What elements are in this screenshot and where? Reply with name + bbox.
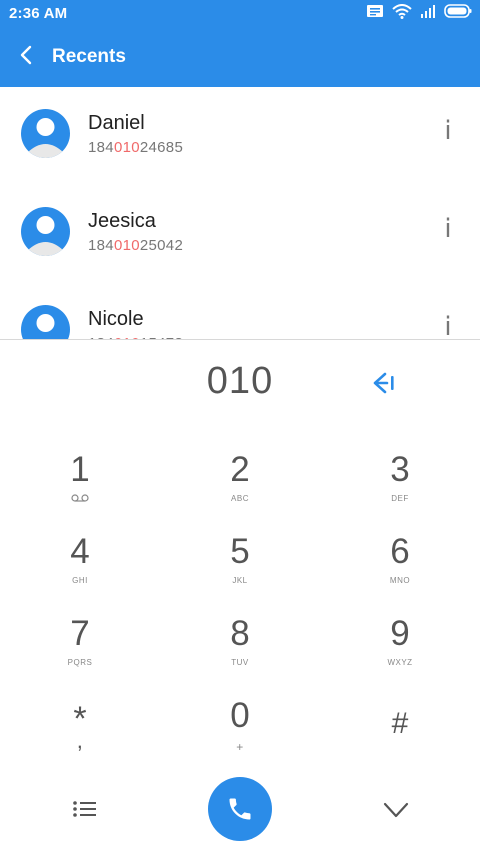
contact-name: Nicole — [88, 308, 144, 330]
avatar-person-icon — [27, 216, 64, 256]
key-letters: ABC — [231, 494, 249, 503]
key-0[interactable]: 0 + — [160, 696, 320, 778]
key-letters: WXYZ — [387, 658, 413, 667]
key-letters: JKL — [232, 576, 248, 585]
recents-list: Daniel 18401024685 i Jeesica 18401025042… — [0, 87, 480, 339]
avatar — [21, 207, 70, 256]
list-item[interactable]: Daniel 18401024685 i — [0, 87, 480, 185]
back-button[interactable] — [0, 27, 52, 87]
key-digit: 7 — [70, 614, 90, 653]
message-icon — [366, 4, 384, 23]
avatar-person-icon — [27, 118, 64, 158]
backspace-icon — [373, 372, 394, 394]
key-5[interactable]: 5 JKL — [160, 532, 320, 614]
number-prefix: 184 — [88, 237, 114, 254]
avatar — [21, 109, 70, 158]
menu-button[interactable] — [68, 794, 102, 824]
contact-number: 18401024685 — [88, 139, 183, 156]
phone-icon — [229, 798, 251, 820]
key-letters: MNO — [389, 576, 411, 585]
key-digit: 5 — [230, 532, 250, 571]
key-digit: 4 — [70, 532, 90, 571]
key-digit: 2 — [230, 450, 250, 489]
contact-name: Daniel — [88, 112, 145, 134]
info-icon[interactable]: i — [440, 116, 456, 146]
key-letters: GHI — [72, 576, 88, 585]
key-2[interactable]: 2 ABC — [160, 450, 320, 532]
voicemail-icon — [71, 494, 89, 504]
key-digit: # — [391, 707, 409, 740]
status-bar: 2:36 AM — [0, 0, 480, 27]
key-star[interactable]: * , — [0, 696, 160, 778]
app-bar: Recents — [0, 27, 480, 87]
key-letters: , — [76, 728, 84, 753]
key-digit: 1 — [70, 450, 90, 489]
dial-display: 010 — [0, 340, 480, 426]
contact-number: 18401025042 — [88, 237, 183, 254]
key-hash[interactable]: # — [320, 696, 480, 778]
number-match: 010 — [113, 237, 140, 254]
contact-name: Jeesica — [88, 210, 156, 232]
avatar — [21, 305, 70, 339]
key-4[interactable]: 4 GHI — [0, 532, 160, 614]
number-match: 010 — [113, 139, 140, 156]
list-item[interactable]: Jeesica 18401025042 i — [0, 185, 480, 283]
key-digit: 8 — [230, 614, 250, 653]
key-letters: PQRS — [67, 658, 93, 667]
key-digit: 6 — [390, 532, 410, 571]
key-digit: 0 — [230, 696, 250, 735]
avatar-person-icon — [36, 314, 55, 332]
key-1[interactable]: 1 — [0, 450, 160, 532]
number-suffix: 25042 — [139, 237, 184, 254]
page-title: Recents — [52, 46, 126, 67]
status-time: 2:36 AM — [9, 5, 68, 22]
info-icon[interactable]: i — [440, 312, 456, 339]
dialed-number-input[interactable]: 010 — [0, 360, 480, 403]
chevron-down-icon — [383, 802, 409, 818]
key-letters: TUV — [231, 658, 249, 667]
call-button[interactable] — [208, 777, 272, 841]
key-9[interactable]: 9 WXYZ — [320, 614, 480, 696]
backspace-button[interactable] — [367, 368, 403, 398]
key-7[interactable]: 7 PQRS — [0, 614, 160, 696]
battery-icon — [444, 4, 472, 23]
menu-list-icon — [73, 801, 96, 817]
key-letters: DEF — [391, 494, 409, 503]
number-suffix: 24685 — [139, 139, 184, 156]
wifi-icon — [392, 3, 412, 24]
key-6[interactable]: 6 MNO — [320, 532, 480, 614]
list-item[interactable]: Nicole 18401015478 i — [0, 283, 480, 339]
key-digit: 3 — [390, 450, 410, 489]
key-8[interactable]: 8 TUV — [160, 614, 320, 696]
key-letters: + — [236, 740, 244, 754]
signal-icon — [420, 4, 436, 23]
dialer-actions — [0, 770, 480, 853]
info-icon[interactable]: i — [440, 214, 456, 244]
key-digit: 9 — [390, 614, 410, 653]
back-arrow-icon — [19, 45, 33, 70]
number-prefix: 184 — [88, 139, 114, 156]
collapse-keypad-button[interactable] — [380, 796, 412, 824]
status-icons — [366, 3, 472, 24]
key-3[interactable]: 3 DEF — [320, 450, 480, 532]
